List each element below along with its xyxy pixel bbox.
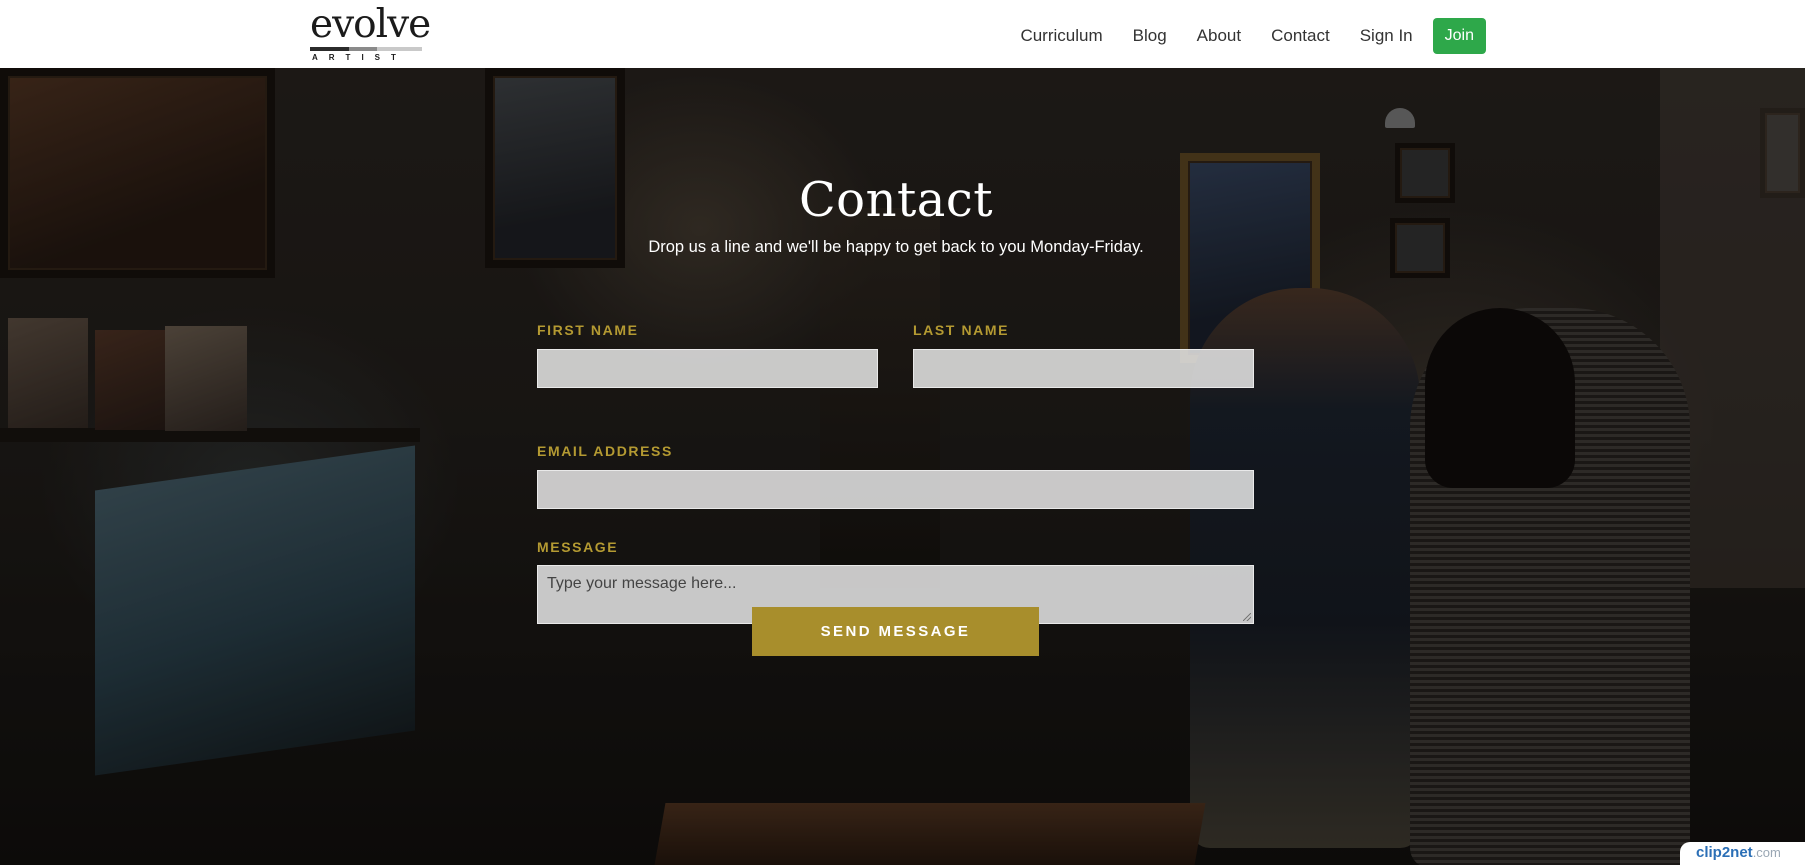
site-header: evolve ARTIST Curriculum Blog About Cont…	[0, 0, 1805, 68]
message-label: MESSAGE	[537, 539, 619, 555]
evolve-artist-logo[interactable]: evolve ARTIST	[310, 4, 431, 62]
first-name-label: FIRST NAME	[537, 322, 639, 338]
last-name-label: LAST NAME	[913, 322, 1010, 338]
hero-background: Contact Drop us a line and we'll be happ…	[0, 68, 1805, 865]
nav-about[interactable]: About	[1197, 26, 1241, 46]
nav-contact[interactable]: Contact	[1271, 26, 1330, 46]
nav-sign-in[interactable]: Sign In	[1360, 26, 1413, 46]
logo-subtext: ARTIST	[312, 53, 407, 62]
logo-bar	[310, 47, 422, 51]
join-button[interactable]: Join	[1432, 18, 1486, 54]
last-name-field[interactable]	[913, 349, 1254, 388]
logo-wordmark: evolve	[310, 2, 431, 47]
watermark-domain: .com	[1752, 845, 1781, 860]
page-subtitle: Drop us a line and we'll be happy to get…	[648, 238, 1144, 256]
contact-section: Contact Drop us a line and we'll be happ…	[0, 68, 1805, 865]
page-title: Contact	[798, 172, 994, 228]
main-nav: Curriculum Blog About Contact Sign In Jo…	[990, 18, 1486, 54]
watermark-brand: clip2net	[1696, 844, 1753, 861]
first-name-field[interactable]	[537, 349, 878, 388]
nav-blog[interactable]: Blog	[1133, 26, 1167, 46]
message-placeholder: Type your message here...	[547, 575, 737, 592]
nav-curriculum[interactable]: Curriculum	[1020, 26, 1102, 46]
textarea-resize-handle[interactable]	[1243, 613, 1251, 621]
clip2net-watermark: clip2net.com	[1680, 842, 1805, 865]
email-label: EMAIL ADDRESS	[537, 443, 673, 459]
send-message-button[interactable]: SEND MESSAGE	[752, 607, 1039, 656]
email-field[interactable]	[537, 470, 1254, 509]
